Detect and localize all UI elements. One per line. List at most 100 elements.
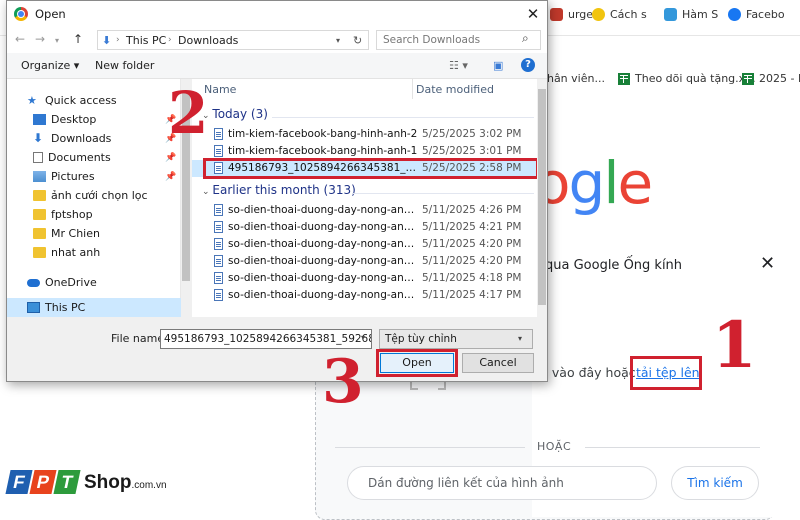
search-input[interactable]: Search Downloads (376, 30, 541, 50)
divider (335, 447, 525, 448)
bookmarks-bar-2: nhân viên... Theo dõi quà tặng.x... 2025… (540, 68, 800, 92)
file-type-select[interactable]: Tệp tùy chỉnh ▾ (379, 329, 533, 349)
logo-letter: e (617, 149, 653, 217)
step-number-3: 3 (322, 347, 364, 417)
dialog-titlebar[interactable]: Open ✕ (7, 1, 547, 27)
column-header-date[interactable]: Date modified (416, 83, 494, 96)
file-row[interactable]: so-dien-thoai-duong-day-nong-an-ninh... … (192, 253, 536, 270)
file-name: so-dien-thoai-duong-day-nong-an-ninh... (228, 221, 418, 233)
scrollbar-thumb[interactable] (538, 89, 546, 305)
forward-arrow-icon[interactable]: → (35, 32, 45, 46)
bookmark-2[interactable]: Cách s (592, 8, 647, 21)
group-header-earlier[interactable]: ⌄ Earlier this month (313) (202, 183, 356, 197)
chevron-down-icon[interactable]: ▾ (336, 36, 340, 45)
nav-label: ảnh cưới chọn lọc (51, 189, 148, 202)
breadcrumb-this-pc[interactable]: This PC (126, 34, 166, 47)
logo-letter: g (568, 149, 606, 217)
file-date: 5/11/2025 4:26 PM (422, 204, 522, 216)
group-divider (272, 117, 534, 118)
group-header-today[interactable]: ⌄ Today (3) (202, 107, 268, 121)
corner-bracket-icon (410, 382, 418, 390)
organize-button[interactable]: Organize ▾ (21, 59, 79, 72)
file-name: tim-kiem-facebook-bang-hinh-anh-2 (228, 128, 418, 140)
nav-item-folder-1[interactable]: ảnh cưới chọn lọc (7, 186, 181, 205)
chevron-down-icon[interactable]: ▾ (361, 333, 365, 342)
file-row[interactable]: tim-kiem-facebook-bang-hinh-anh-2 5/25/2… (192, 126, 536, 143)
nav-item-this-pc[interactable]: This PC (7, 298, 181, 317)
folder-icon (33, 228, 46, 239)
download-icon: ⬇ (102, 34, 112, 47)
bookmark-7[interactable]: 2025 - Mu (742, 72, 800, 85)
nav-item-onedrive[interactable]: OneDrive (7, 273, 181, 292)
address-bar[interactable]: ⬇ › This PC › Downloads ▾ ↻ (97, 30, 369, 50)
bookmark-4[interactable]: Facebo (728, 8, 785, 21)
bookmark-label: Theo dõi quà tặng.x... (635, 72, 756, 85)
file-name: so-dien-thoai-duong-day-nong-an-ninh... (228, 255, 418, 267)
image-file-icon (214, 128, 223, 140)
bookmark-6[interactable]: Theo dõi quà tặng.x... (618, 72, 756, 85)
column-header-name[interactable]: Name (204, 83, 236, 96)
file-name-input[interactable]: 495186793_1025894266345381_5926891474502 (160, 329, 372, 349)
file-list-scrollbar[interactable] (537, 79, 547, 317)
bookmark-1[interactable]: urger (550, 8, 598, 21)
logo-shop-text: Shop (84, 472, 132, 493)
new-folder-button[interactable]: New folder (95, 59, 154, 72)
logo-tile: T (53, 470, 81, 494)
nav-item-folder-3[interactable]: Mr Chien (7, 224, 181, 243)
bookmark-label: Hàm S (682, 8, 719, 21)
corner-bracket-icon (438, 382, 446, 390)
image-url-input[interactable]: Dán đường liên kết của hình ảnh (347, 466, 657, 500)
file-row[interactable]: so-dien-thoai-duong-day-nong-an-ninh... … (192, 236, 536, 253)
nav-item-folder-2[interactable]: fptshop (7, 205, 181, 224)
nav-label: Mr Chien (51, 227, 100, 240)
nav-label: Desktop (51, 113, 97, 126)
nav-item-folder-4[interactable]: nhat anh (7, 243, 181, 262)
file-name: so-dien-thoai-duong-day-nong-an-ninh... (228, 289, 418, 301)
bookmark-favicon-icon (664, 8, 677, 21)
chevron-down-icon: ⌄ (202, 187, 213, 197)
or-label: HOẶC (537, 440, 572, 453)
folder-icon (33, 247, 46, 258)
download-icon: ⬇ (33, 131, 44, 145)
back-arrow-icon[interactable]: ← (15, 32, 25, 46)
sheets-icon (742, 72, 754, 85)
file-row[interactable]: so-dien-thoai-duong-day-nong-an-ninh... … (192, 219, 536, 236)
nav-item-desktop[interactable]: Desktop 📌 (7, 110, 181, 129)
pictures-icon (33, 171, 46, 182)
close-icon[interactable]: ✕ (760, 253, 775, 274)
bookmark-label: Cách s (610, 8, 647, 21)
bookmark-favicon-icon (550, 8, 563, 21)
nav-item-downloads[interactable]: ⬇ Downloads 📌 (7, 129, 181, 148)
refresh-icon[interactable]: ↻ (353, 34, 362, 47)
nav-label: fptshop (51, 208, 93, 221)
nav-item-documents[interactable]: Documents 📌 (7, 148, 181, 167)
nav-label: Pictures (51, 170, 95, 183)
preview-pane-icon[interactable]: ▣ (493, 59, 503, 72)
bookmark-label: Facebo (746, 8, 785, 21)
cancel-button[interactable]: Cancel (462, 353, 534, 373)
search-button[interactable]: Tìm kiếm (671, 466, 759, 500)
file-row[interactable]: so-dien-thoai-duong-day-nong-an-ninh... … (192, 270, 536, 287)
file-row[interactable]: so-dien-thoai-duong-day-nong-an-ninh... … (192, 202, 536, 219)
facebook-icon (728, 8, 741, 21)
nav-label: This PC (45, 301, 86, 314)
dialog-title: Open (35, 7, 66, 21)
bookmark-5[interactable]: nhân viên... (540, 72, 605, 85)
file-date: 5/11/2025 4:17 PM (422, 289, 522, 301)
file-date: 5/11/2025 4:18 PM (422, 272, 522, 284)
view-options-icon[interactable]: ☷ ▾ (449, 59, 468, 72)
folder-icon (33, 209, 46, 220)
nav-item-quick-access[interactable]: ★ Quick access (7, 91, 181, 110)
close-icon[interactable]: ✕ (519, 3, 547, 25)
bookmark-3[interactable]: Hàm S (664, 8, 718, 21)
pin-icon: 📌 (165, 171, 177, 182)
chevron-down-icon[interactable]: ▾ (55, 36, 59, 45)
breadcrumb-downloads[interactable]: Downloads (178, 34, 238, 47)
up-arrow-icon[interactable]: ↑ (73, 32, 83, 46)
bookmark-favicon-icon (592, 8, 605, 21)
file-row[interactable]: so-dien-thoai-duong-day-nong-an-ninh... … (192, 287, 536, 304)
nav-item-pictures[interactable]: Pictures 📌 (7, 167, 181, 186)
help-icon[interactable]: ? (521, 58, 535, 72)
highlight-box-upload (630, 356, 702, 390)
dialog-footer: File name: 495186793_1025894266345381_59… (7, 317, 547, 381)
